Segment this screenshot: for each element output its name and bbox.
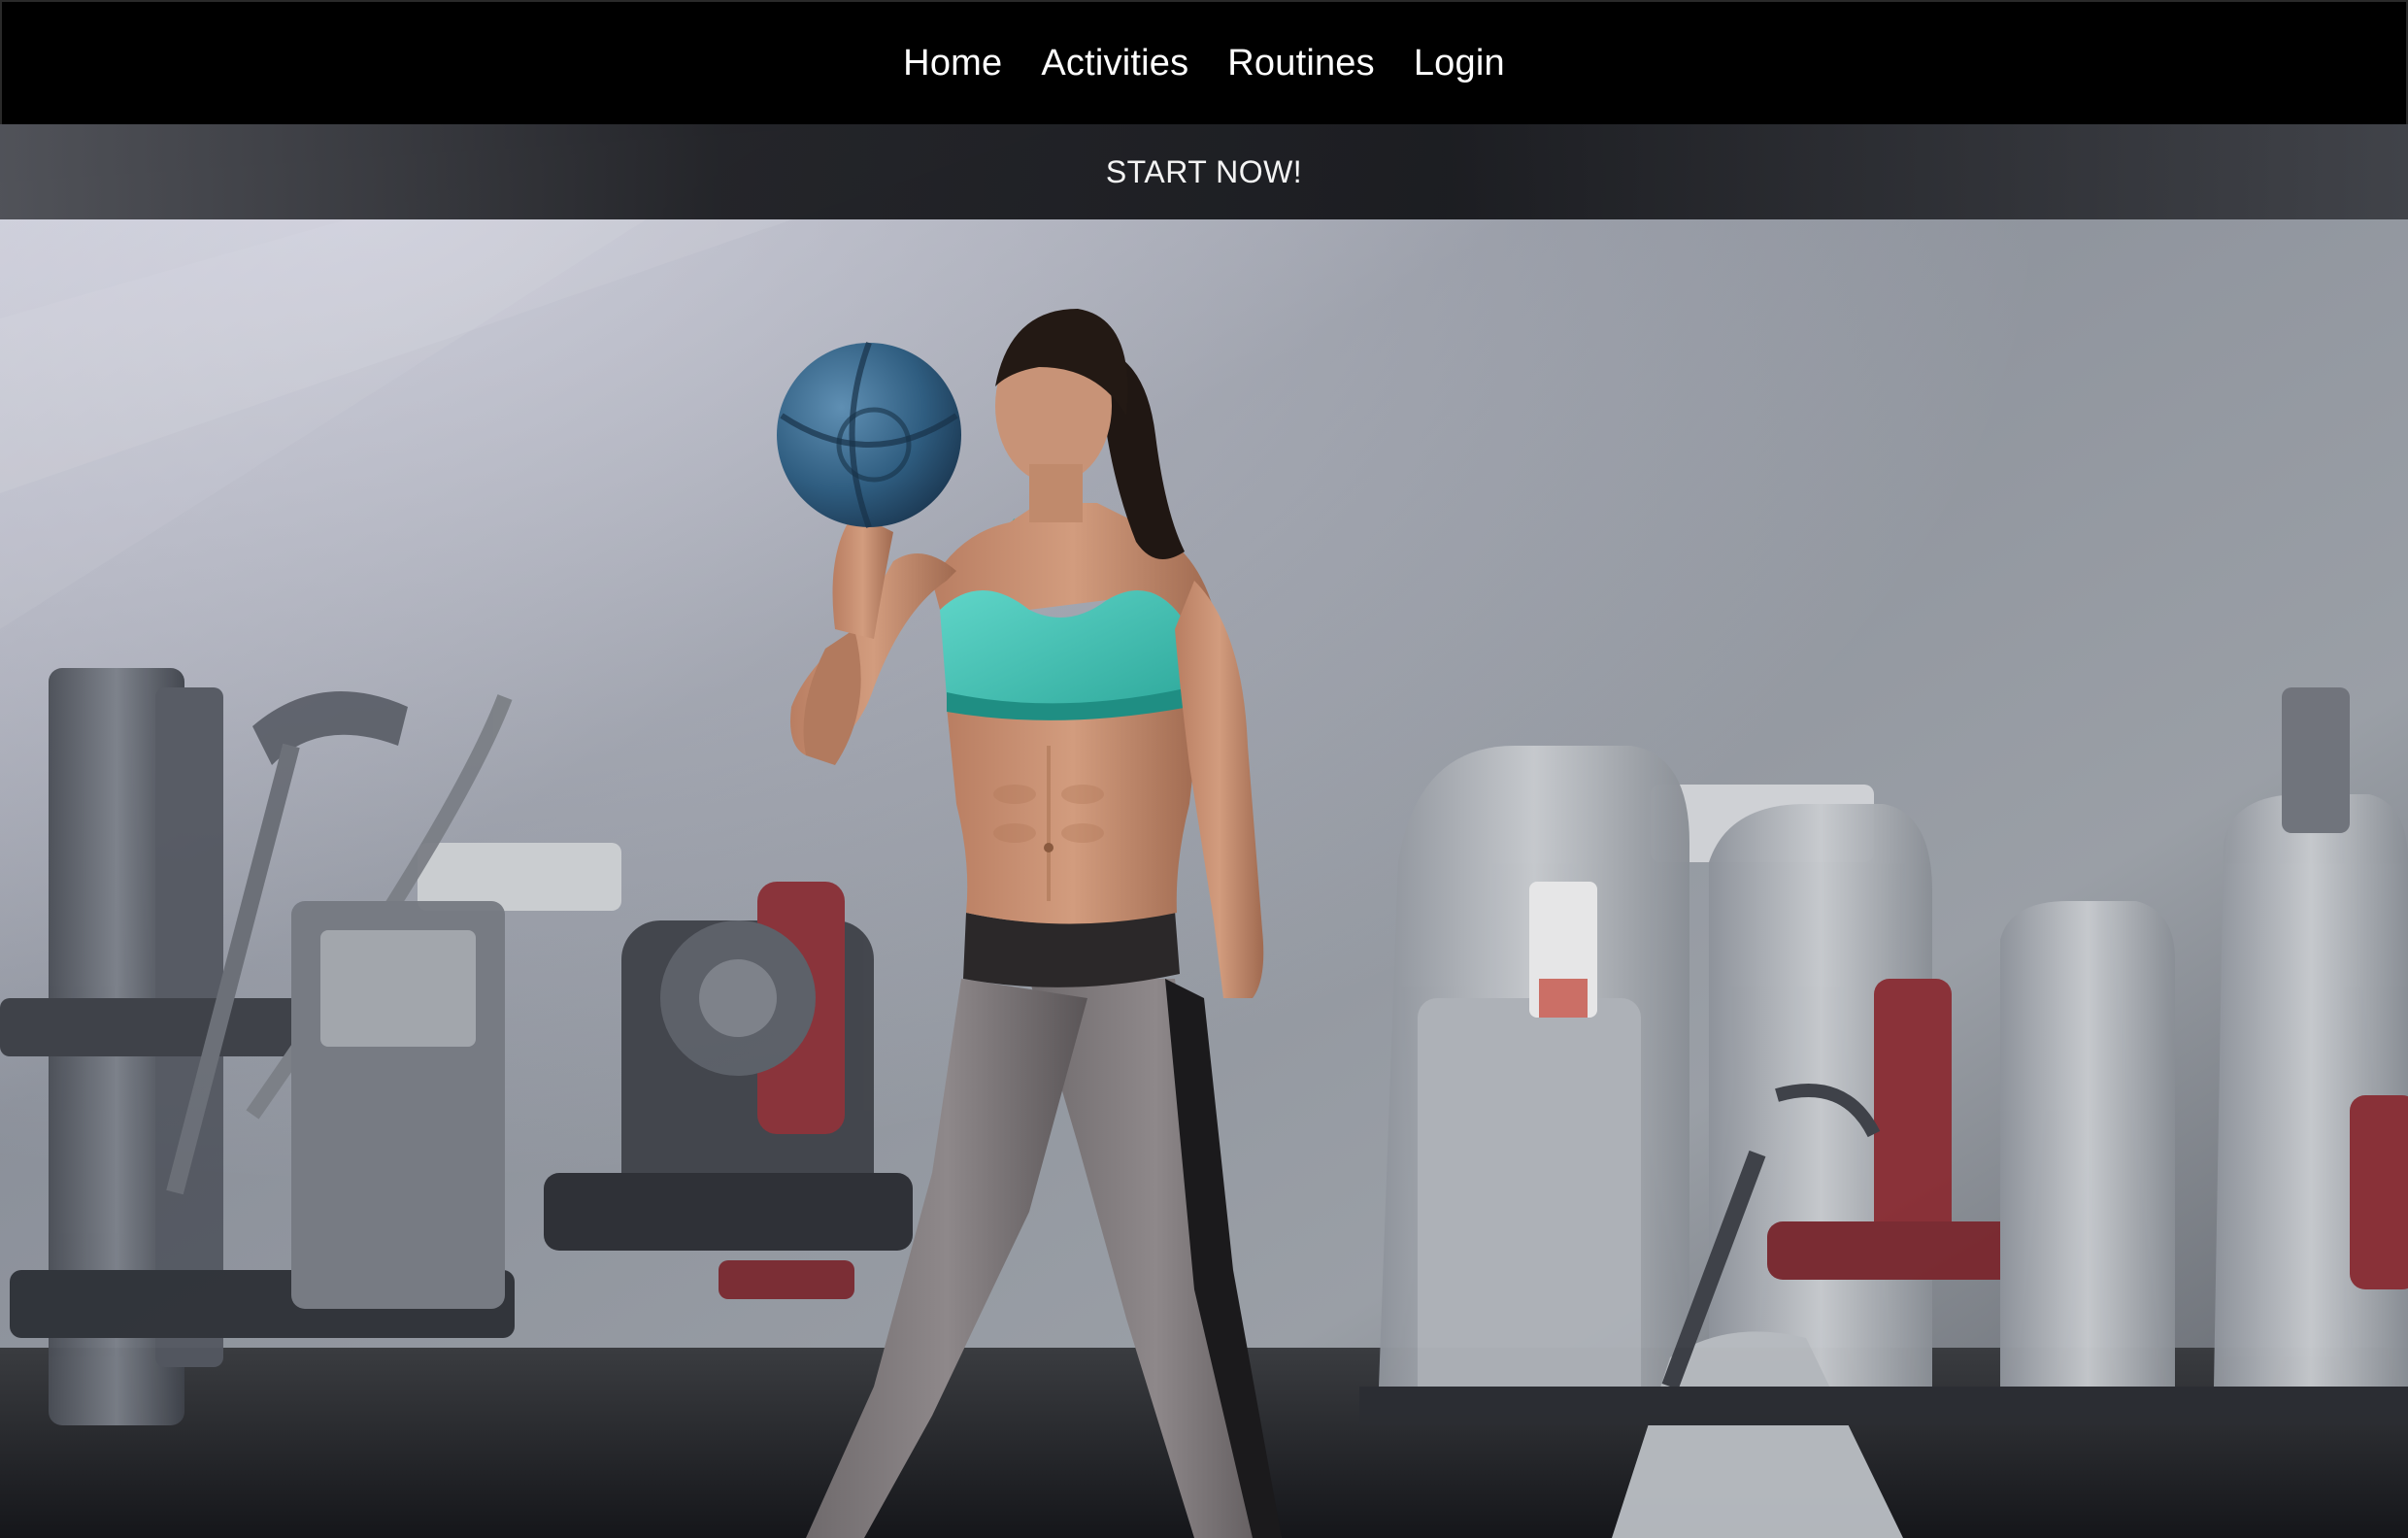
start-now-button[interactable]: START NOW! [1088, 147, 1320, 198]
nav-routines[interactable]: Routines [1227, 37, 1375, 90]
nav-activities[interactable]: Activities [1041, 37, 1188, 90]
page: START NOW! Home Activities Routines Logi… [0, 0, 2408, 1538]
nav-home[interactable]: Home [903, 37, 1002, 90]
hero-image [0, 124, 2408, 1538]
gym-hero-photo [0, 124, 2408, 1538]
top-navbar: Home Activities Routines Login [0, 0, 2408, 124]
cta-band: START NOW! [0, 124, 2408, 219]
nav-login[interactable]: Login [1414, 37, 1505, 90]
